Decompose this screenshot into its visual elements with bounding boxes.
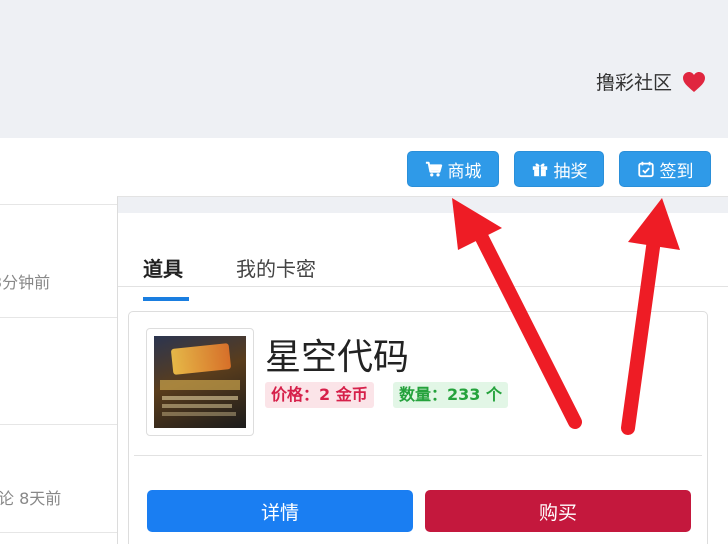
card-divider — [134, 455, 702, 456]
background-post-list: 3分钟前 论 8天前 — [0, 204, 130, 544]
buy-button[interactable]: 购买 — [425, 490, 691, 532]
shop-button-label: 商城 — [447, 161, 482, 182]
price-value: 2 金币 — [319, 385, 368, 404]
community-link[interactable]: 撸彩社区 — [596, 68, 706, 95]
quantity-value: 233 个 — [447, 385, 502, 404]
panel-tabs: 道具 我的卡密 — [118, 213, 728, 301]
gift-icon — [532, 163, 547, 177]
price-badge: 价格：2 金币 — [265, 382, 374, 408]
list-item-meta: 论 8天前 — [0, 489, 62, 508]
product-card: 星空代码 价格：2 金币 数量：233 个 详情 购买 — [128, 311, 708, 544]
product-name: 星空代码 — [265, 337, 410, 378]
list-divider — [0, 317, 130, 318]
details-button[interactable]: 详情 — [147, 490, 413, 532]
list-item-meta: 3分钟前 — [0, 273, 51, 292]
tab-items[interactable]: 道具 — [143, 253, 183, 282]
product-thumbnail[interactable] — [146, 328, 254, 436]
quantity-label: 数量： — [399, 385, 448, 404]
price-label: 价格： — [271, 385, 320, 404]
list-divider — [0, 532, 130, 533]
toolbar: 商城 抽奖 签到 — [0, 138, 728, 204]
list-divider — [0, 204, 130, 205]
panel-top-strip — [118, 197, 728, 213]
list-divider — [0, 424, 130, 425]
calendar-check-icon — [637, 161, 654, 178]
heart-icon — [683, 71, 705, 92]
shop-dropdown-panel: 道具 我的卡密 星空代码 价格：2 金币 数量：233 个 详情 购买 — [117, 196, 728, 544]
page-header-band: 撸彩社区 — [0, 0, 728, 138]
signin-button-label: 签到 — [659, 161, 694, 182]
community-label: 撸彩社区 — [595, 72, 672, 94]
product-image — [154, 336, 246, 428]
cart-icon — [425, 161, 442, 177]
lottery-button-label: 抽奖 — [553, 161, 588, 182]
lottery-button[interactable]: 抽奖 — [514, 151, 604, 187]
signin-button[interactable]: 签到 — [619, 151, 711, 187]
tab-my-cards[interactable]: 我的卡密 — [236, 253, 316, 282]
quantity-badge: 数量：233 个 — [393, 382, 508, 408]
active-tab-indicator — [143, 297, 189, 301]
shop-button[interactable]: 商城 — [407, 151, 499, 187]
